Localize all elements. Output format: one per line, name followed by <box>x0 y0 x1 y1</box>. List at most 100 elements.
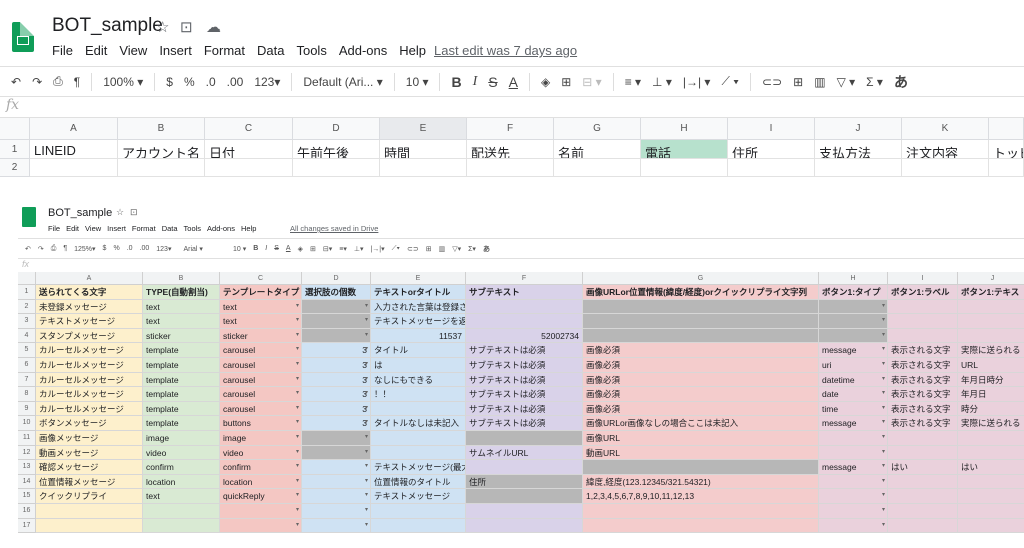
dropdown-arrow-icon[interactable]: ▾ <box>296 504 299 517</box>
dropdown-arrow-icon[interactable]: ▾ <box>882 329 885 342</box>
dropdown-arrow-icon[interactable]: ▾ <box>882 416 885 429</box>
header-cell-f[interactable]: サブテキスト <box>466 285 583 300</box>
input-tools-button[interactable]: あ <box>894 72 908 92</box>
menu-data-small[interactable]: Data <box>162 224 178 233</box>
header-cell-a[interactable]: 送られてくる文字 <box>36 285 143 300</box>
col-header-e[interactable]: E <box>380 118 467 140</box>
cell-small-f13[interactable] <box>466 460 583 475</box>
cell-small-e12[interactable] <box>371 445 466 461</box>
cell-small-a15[interactable]: クイックリプライ <box>36 489 143 504</box>
cell-small-b16[interactable] <box>143 504 220 519</box>
menu-edit-small[interactable]: Edit <box>66 224 79 233</box>
merge-cells-icon[interactable]: ⊟ ▾ <box>582 75 601 89</box>
cell-i1[interactable]: 住所 <box>728 140 815 159</box>
cell-small-a16[interactable] <box>36 504 143 519</box>
cell-small-j7[interactable]: 年月日時分 <box>958 372 1024 388</box>
cell-l2[interactable] <box>989 159 1024 177</box>
cell-c2[interactable] <box>205 159 293 177</box>
row-header-small-3[interactable]: 3 <box>18 314 36 329</box>
cell-small-a6[interactable]: カルーセルメッセージ <box>36 358 143 373</box>
borders-icon[interactable]: ⊞ <box>561 75 571 89</box>
cell-small-c8[interactable]: carousel ▾ <box>220 387 302 402</box>
cell-small-i7[interactable]: 表示される文字 <box>888 372 958 388</box>
row-header-1[interactable]: 1 <box>0 140 30 159</box>
row-header-small-6[interactable]: 6 <box>18 358 36 373</box>
cell-small-b12[interactable]: video <box>143 445 220 461</box>
cell-small-g8[interactable]: 画像必須 <box>583 387 819 402</box>
dropdown-arrow-icon[interactable]: ▾ <box>882 314 885 327</box>
cell-small-f9[interactable]: サブテキストは必須 <box>466 401 583 417</box>
cell-small-j6[interactable]: URL <box>958 358 1024 373</box>
dropdown-arrow-icon[interactable]: ▾ <box>296 373 299 386</box>
cell-small-g13[interactable] <box>583 460 819 475</box>
dropdown-arrow-icon[interactable]: ▾ <box>365 416 368 429</box>
cell-small-a9[interactable]: カルーセルメッセージ <box>36 401 143 417</box>
menu-addons[interactable]: Add-ons <box>339 43 387 58</box>
cell-small-g17[interactable] <box>583 518 819 534</box>
cell-b2[interactable] <box>118 159 205 177</box>
cell-small-f16[interactable] <box>466 504 583 519</box>
col-header-c[interactable]: C <box>205 118 293 140</box>
row-header-small-4[interactable]: 4 <box>18 328 36 344</box>
col-header-small-d[interactable]: D <box>302 272 371 285</box>
dropdown-arrow-icon[interactable]: ▾ <box>365 329 368 342</box>
cell-small-j5[interactable]: 実際に送られる <box>958 343 1024 358</box>
col-header-small-f[interactable]: F <box>466 272 583 285</box>
cell-small-h14[interactable]: ▾ <box>819 474 888 490</box>
dropdown-arrow-icon[interactable]: ▾ <box>882 343 885 356</box>
text-rotation-icon[interactable]: ⟋ ▾ <box>721 74 739 89</box>
menu-insert-small[interactable]: Insert <box>107 224 126 233</box>
paint-format-icon[interactable]: ¶ <box>74 75 80 89</box>
cell-small-e17[interactable] <box>371 518 466 534</box>
dropdown-arrow-icon[interactable]: ▾ <box>296 343 299 356</box>
dropdown-arrow-icon[interactable]: ▾ <box>882 358 885 371</box>
cell-small-i11[interactable] <box>888 431 958 446</box>
dropdown-arrow-icon[interactable]: ▾ <box>882 446 885 459</box>
horizontal-align-icon[interactable]: ≡ ▾ <box>625 75 641 89</box>
strikethrough-button[interactable]: S <box>488 74 497 90</box>
cell-small-d14[interactable]: ▾ <box>302 474 371 490</box>
cell-small-b17[interactable] <box>143 518 220 534</box>
select-all-corner-small[interactable] <box>18 272 36 285</box>
dropdown-arrow-icon[interactable]: ▾ <box>365 519 368 532</box>
wrap-icon-small[interactable]: |→|▾ <box>370 245 384 253</box>
menu-file-small[interactable]: File <box>48 224 60 233</box>
cell-small-f15[interactable] <box>466 489 583 504</box>
cell-small-d12[interactable]: ▾ <box>302 445 371 461</box>
select-all-corner[interactable] <box>0 118 30 140</box>
row-header-small-13[interactable]: 13 <box>18 460 36 475</box>
cell-small-b11[interactable]: image <box>143 431 220 446</box>
dropdown-arrow-icon[interactable]: ▾ <box>882 504 885 517</box>
font-select[interactable]: Default (Ari... ▾ <box>303 75 382 89</box>
dropdown-arrow-icon[interactable]: ▾ <box>365 475 368 488</box>
dropdown-arrow-icon[interactable]: ▾ <box>296 358 299 371</box>
cell-h1[interactable]: 電話 <box>641 140 728 159</box>
cell-small-b2[interactable]: text <box>143 299 220 315</box>
cell-small-h17[interactable]: ▾ <box>819 518 888 534</box>
col-header-small-h[interactable]: H <box>819 272 888 285</box>
cell-small-g16[interactable] <box>583 504 819 519</box>
dropdown-arrow-icon[interactable]: ▾ <box>882 475 885 488</box>
cell-small-i16[interactable] <box>888 504 958 519</box>
cell-small-i13[interactable]: はい <box>888 460 958 475</box>
cell-small-e8[interactable]: ！！ <box>371 387 466 402</box>
col-header-small-b[interactable]: B <box>143 272 220 285</box>
row-header-small-17[interactable]: 17 <box>18 518 36 534</box>
cell-small-h16[interactable]: ▾ <box>819 504 888 519</box>
cell-small-f10[interactable]: サブテキストは必須 <box>466 416 583 431</box>
zoom-select[interactable]: 100% ▾ <box>103 75 143 89</box>
vertical-align-icon[interactable]: ⊥ ▾ <box>652 75 672 89</box>
cell-small-f12[interactable]: サムネイルURL <box>466 445 583 461</box>
cell-h2[interactable] <box>641 159 728 177</box>
cell-f2[interactable] <box>467 159 554 177</box>
dropdown-arrow-icon[interactable]: ▾ <box>882 460 885 473</box>
menu-addons-small[interactable]: Add-ons <box>207 224 235 233</box>
cell-small-e10[interactable]: タイトルなしは未記入 <box>371 416 466 431</box>
link-icon-small[interactable]: ⊂⊃ <box>407 245 419 253</box>
menu-insert[interactable]: Insert <box>159 43 192 58</box>
functions-icon-small[interactable]: Σ▾ <box>468 245 476 253</box>
menu-format[interactable]: Format <box>204 43 245 58</box>
cell-k1[interactable]: 注文内容 <box>902 140 989 159</box>
cell-small-i8[interactable]: 表示される文字 <box>888 387 958 402</box>
cell-small-e3[interactable]: テキストメッセージを返します。 <box>371 314 466 329</box>
